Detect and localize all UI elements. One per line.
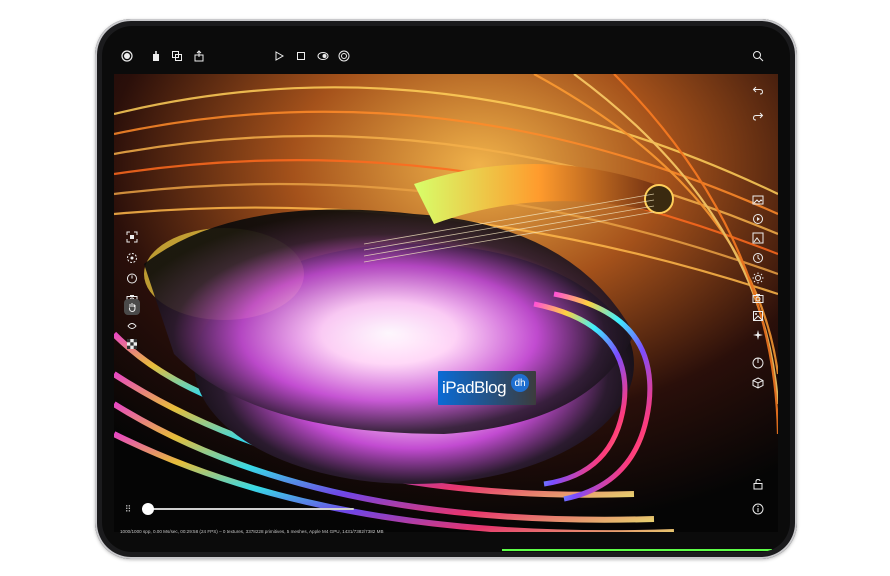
timeline-track[interactable] [150,508,354,510]
timeline-knob[interactable] [142,503,154,515]
render-status-line: 1000/1000 spp, 0.00 Ms/sec, 00:29:58 (24… [120,529,384,534]
drag-handle-icon[interactable]: ⠿ [122,503,134,515]
render-progress-bar [502,549,772,551]
app-screen: iPadBlog dh ⠿ 1000/1000 spp, 0.00 Ms/sec… [102,26,790,552]
timeline: ⠿ [102,26,790,552]
